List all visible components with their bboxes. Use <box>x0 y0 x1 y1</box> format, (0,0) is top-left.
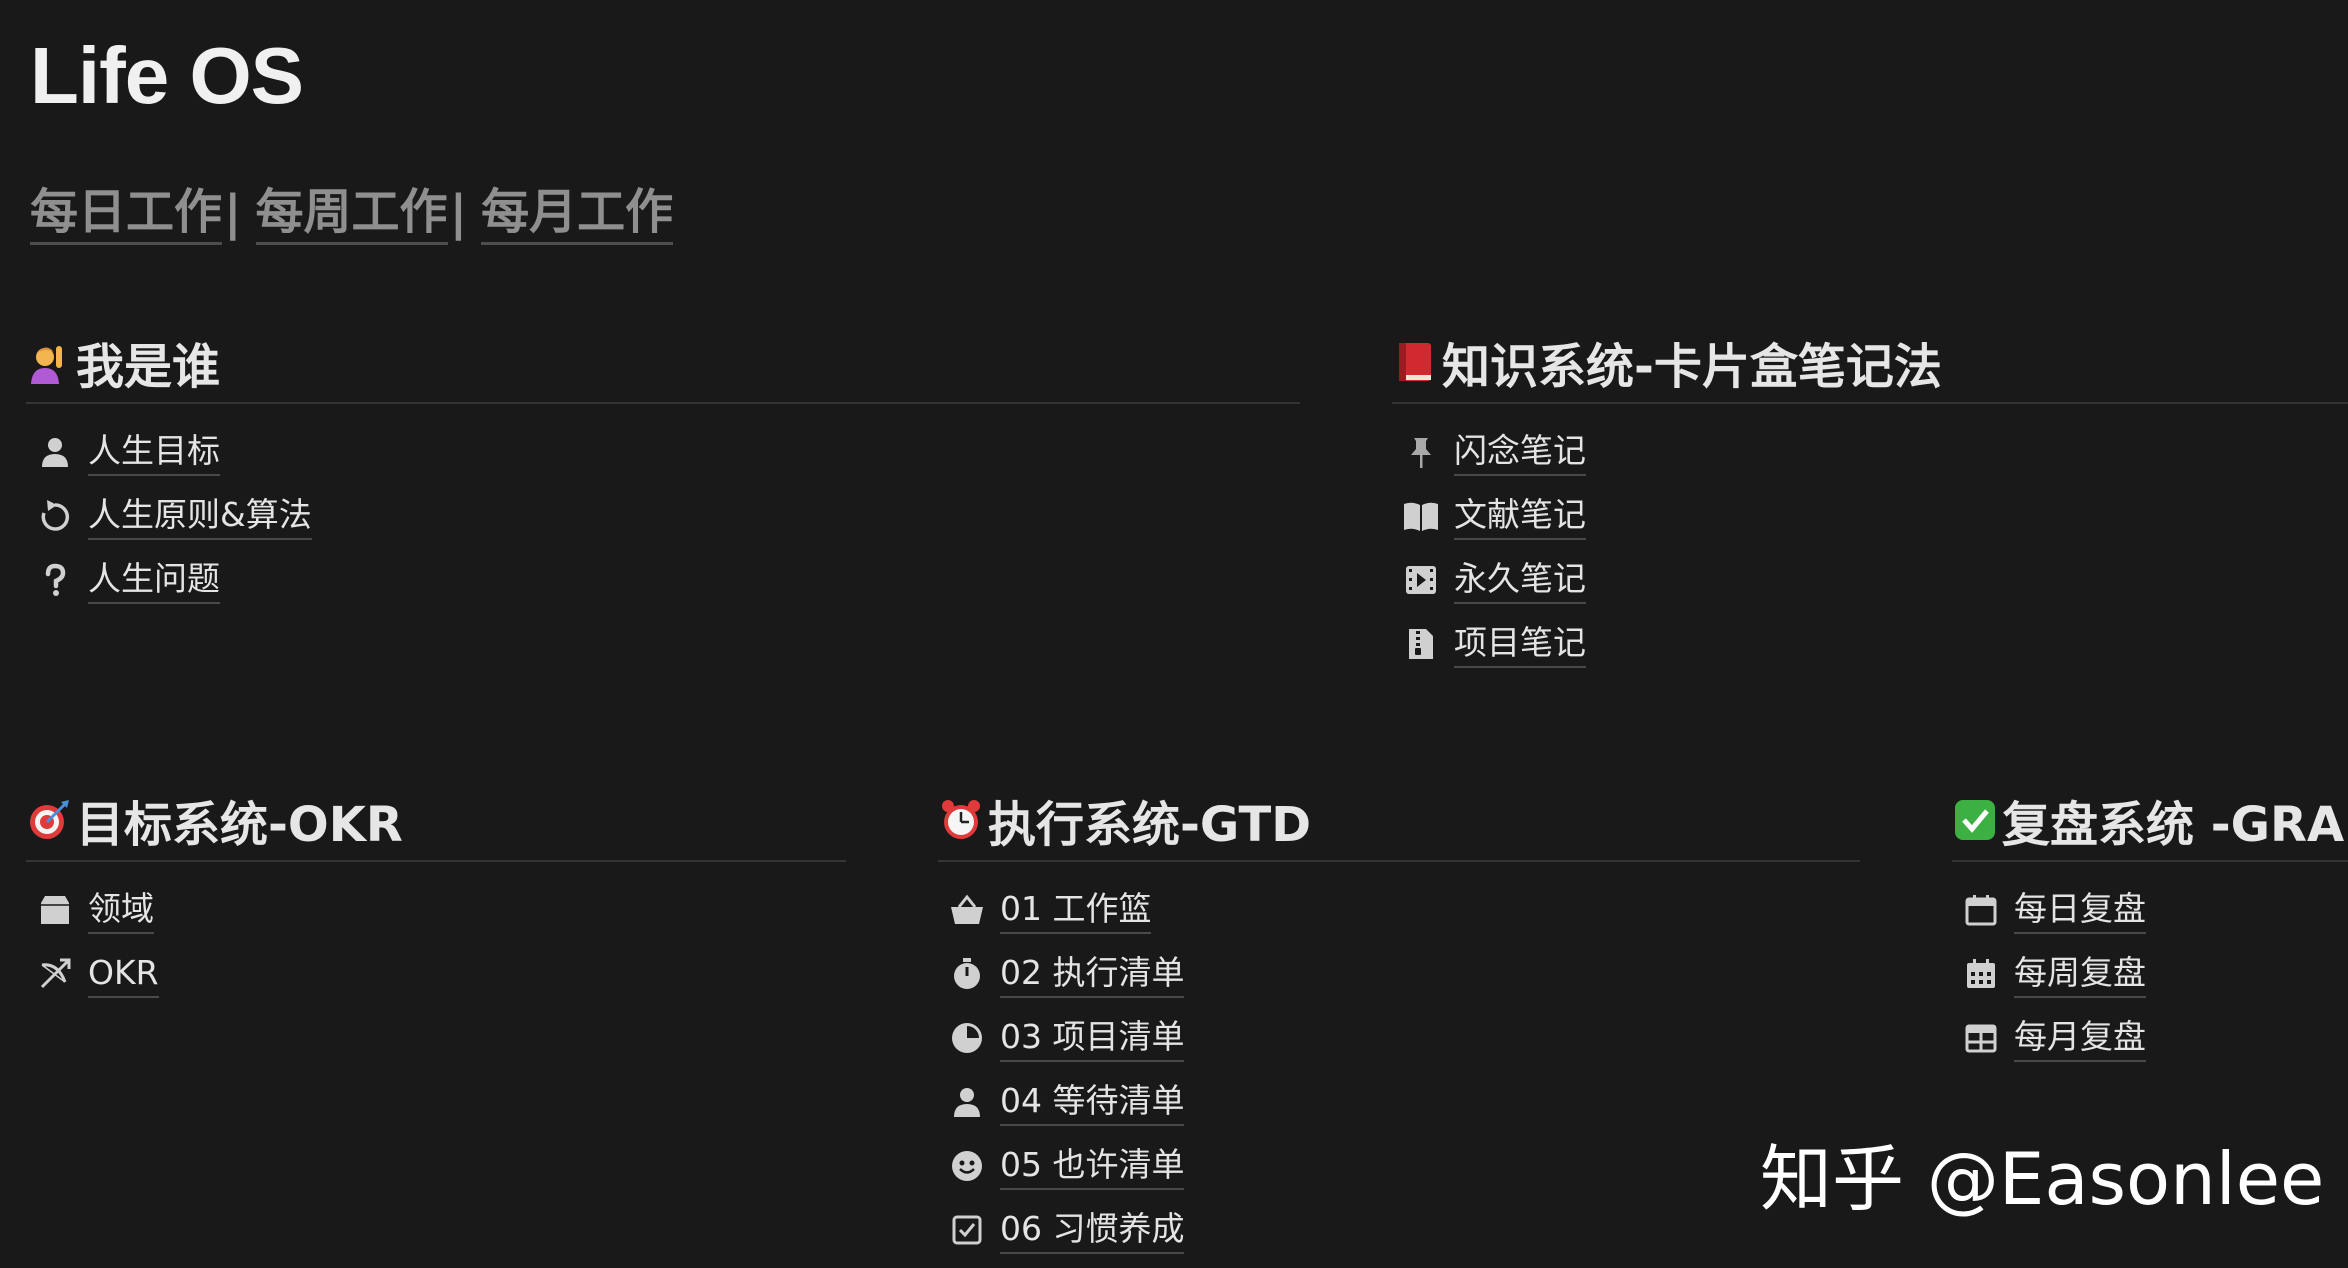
section-execution-system: 执行系统-GTD 01 工作篮 02 执行清单 03 项目清单 04 等待清单 … <box>938 780 1860 1262</box>
section-who-am-i: 我是谁 人生目标 人生原则&算法 人生问题 <box>26 322 1300 612</box>
item-label: 人生目标 <box>88 428 220 476</box>
item-label: 闪念笔记 <box>1454 428 1586 476</box>
rotate-arrow-icon <box>34 495 76 537</box>
person-raising-hand-icon <box>26 339 72 385</box>
link-separator: | <box>224 185 242 241</box>
item-label: 02 执行清单 <box>1000 950 1185 998</box>
list-item-literature-notes[interactable]: 文献笔记 <box>1392 484 2348 548</box>
pie-clock-icon <box>946 1017 988 1059</box>
calendar-grid-icon <box>1960 953 2002 995</box>
section-title: 知识系统-卡片盒笔记法 <box>1442 339 1942 395</box>
section-heading: 知识系统-卡片盒笔记法 <box>1392 322 2348 404</box>
item-label: 01 工作篮 <box>1000 886 1152 934</box>
item-label: 文献笔记 <box>1454 492 1586 540</box>
list-item-waiting-list[interactable]: 04 等待清单 <box>938 1070 1860 1134</box>
section-heading: 目标系统-OKR <box>26 780 846 862</box>
list-item-okr[interactable]: OKR <box>26 942 846 1006</box>
checkbox-icon <box>946 1209 988 1251</box>
item-label: 06 习惯养成 <box>1000 1206 1185 1254</box>
list-item-daily-review[interactable]: 每日复盘 <box>1952 878 2348 942</box>
item-label: 领域 <box>88 886 154 934</box>
stopwatch-icon <box>946 953 988 995</box>
quick-links: 每日工作 | 每周工作 | 每月工作 <box>30 180 674 246</box>
section-title: 目标系统-OKR <box>76 797 403 853</box>
list-item-habit-building[interactable]: 06 习惯养成 <box>938 1198 1860 1262</box>
alarm-clock-icon <box>938 797 984 843</box>
list-item-project-notes[interactable]: 项目笔记 <box>1392 612 2348 676</box>
list-item-domains[interactable]: 领域 <box>26 878 846 942</box>
list-item-weekly-review[interactable]: 每周复盘 <box>1952 942 2348 1006</box>
item-label: 每日复盘 <box>2014 886 2146 934</box>
bow-arrow-icon <box>34 953 76 995</box>
section-review-system: 复盘系统 -GRAI 每日复盘 每周复盘 每月复盘 <box>1952 780 2348 1070</box>
section-goal-system: 目标系统-OKR 领域 OKR <box>26 780 846 1006</box>
link-weekly-work[interactable]: 每周工作 <box>255 182 448 245</box>
person-icon <box>34 431 76 473</box>
open-book-icon <box>1400 495 1442 537</box>
item-label: 项目笔记 <box>1454 620 1586 668</box>
zipper-file-icon <box>1400 623 1442 665</box>
list-item-life-goals[interactable]: 人生目标 <box>26 420 1300 484</box>
page-title: Life OS <box>30 31 304 120</box>
item-label: 每月复盘 <box>2014 1014 2146 1062</box>
list-item-monthly-review[interactable]: 每月复盘 <box>1952 1006 2348 1070</box>
item-label: 每周复盘 <box>2014 950 2146 998</box>
person-icon <box>946 1081 988 1123</box>
list-item-life-principles[interactable]: 人生原则&算法 <box>26 484 1300 548</box>
section-title: 我是谁 <box>76 339 221 395</box>
watermark: 知乎 @Easonlee <box>1760 1137 2325 1221</box>
table-icon <box>1960 1017 2002 1059</box>
section-knowledge-system: 知识系统-卡片盒笔记法 闪念笔记 文献笔记 永久笔记 项目笔记 <box>1392 322 2348 676</box>
item-label: 人生原则&算法 <box>88 492 312 540</box>
smiley-icon <box>946 1145 988 1187</box>
list-item-project-list[interactable]: 03 项目清单 <box>938 1006 1860 1070</box>
link-daily-work[interactable]: 每日工作 <box>30 182 223 245</box>
calendar-icon <box>1960 889 2002 931</box>
item-label: 03 项目清单 <box>1000 1014 1185 1062</box>
section-heading: 我是谁 <box>26 322 1300 404</box>
item-label: 永久笔记 <box>1454 556 1586 604</box>
list-item-permanent-notes[interactable]: 永久笔记 <box>1392 548 2348 612</box>
section-heading: 复盘系统 -GRAI <box>1952 780 2348 862</box>
section-heading: 执行系统-GTD <box>938 780 1860 862</box>
check-mark-button-icon <box>1952 797 1998 843</box>
list-item-life-questions[interactable]: 人生问题 <box>26 548 1300 612</box>
basket-icon <box>946 889 988 931</box>
archive-icon <box>34 889 76 931</box>
question-mark-icon <box>34 559 76 601</box>
item-label: 05 也许清单 <box>1000 1142 1185 1190</box>
list-item-fleeting-notes[interactable]: 闪念笔记 <box>1392 420 2348 484</box>
link-monthly-work[interactable]: 每月工作 <box>481 182 674 245</box>
item-label: OKR <box>88 950 159 998</box>
pin-icon <box>1400 431 1442 473</box>
link-separator: | <box>449 185 468 241</box>
red-book-icon <box>1392 339 1438 385</box>
list-item-inbox[interactable]: 01 工作篮 <box>938 878 1860 942</box>
section-title: 执行系统-GTD <box>988 797 1312 853</box>
section-title: 复盘系统 -GRAI <box>2002 797 2348 853</box>
dart-target-icon <box>26 797 72 843</box>
film-icon <box>1400 559 1442 601</box>
list-item-action-list[interactable]: 02 执行清单 <box>938 942 1860 1006</box>
item-label: 人生问题 <box>88 556 220 604</box>
list-item-someday-list[interactable]: 05 也许清单 <box>938 1134 1860 1198</box>
item-label: 04 等待清单 <box>1000 1078 1185 1126</box>
